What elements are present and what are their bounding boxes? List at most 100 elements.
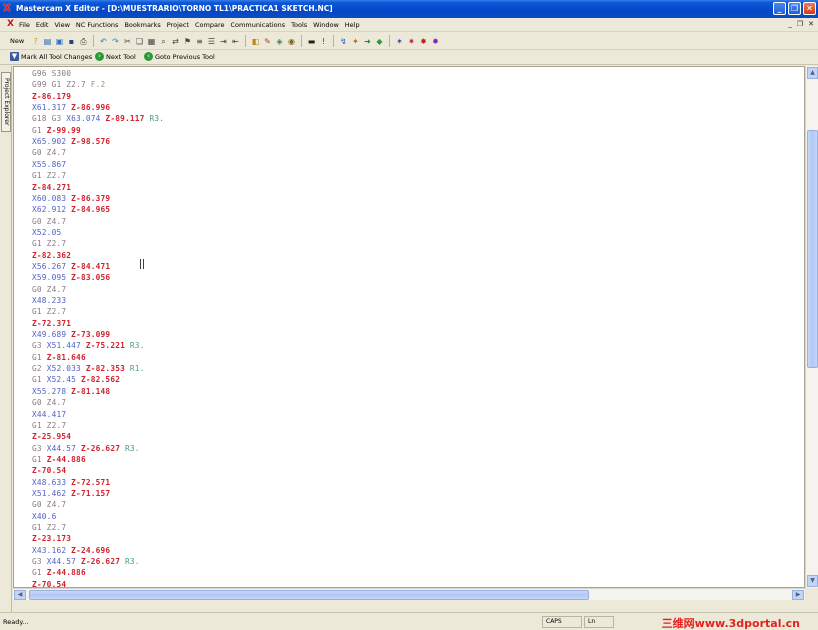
find-icon[interactable]: ⌕ <box>158 36 169 47</box>
code-line[interactable]: Z-25.954 <box>32 431 71 442</box>
menu-bookmarks[interactable]: Bookmarks <box>124 21 160 29</box>
code-line[interactable]: G1 Z-99.99 <box>32 125 81 136</box>
code-line[interactable]: X44.417 <box>32 409 66 420</box>
code-line[interactable]: X61.317 Z-86.996 <box>32 102 110 113</box>
code-line[interactable]: G3 X44.57 Z-26.627 R3. <box>32 443 140 454</box>
code-line[interactable]: G1 Z2.7 <box>32 420 66 431</box>
code-line[interactable]: X49.689 Z-73.099 <box>32 329 110 340</box>
save-icon[interactable]: ▪ <box>66 36 77 47</box>
horizontal-scrollbar[interactable]: ◀ ▶ <box>13 588 805 600</box>
mdi-minimize-button[interactable]: _ <box>788 20 792 28</box>
nc-green-icon[interactable]: ◆ <box>374 36 385 47</box>
code-line[interactable]: G1 Z-81.646 <box>32 352 86 363</box>
scroll-right-button[interactable]: ▶ <box>792 590 804 600</box>
compile-icon[interactable]: ◧ <box>250 36 261 47</box>
code-line[interactable]: G1 X52.45 Z-82.562 <box>32 374 120 385</box>
tools-icon[interactable]: ✎ <box>262 36 273 47</box>
code-line[interactable]: G3 X44.57 Z-26.627 R3. <box>32 556 140 567</box>
star-red-icon[interactable]: ✸ <box>418 36 429 47</box>
nc-arrow-icon[interactable]: ➜ <box>362 36 373 47</box>
new-button[interactable]: New <box>10 37 24 45</box>
star-purple-icon[interactable]: ✹ <box>430 36 441 47</box>
code-line[interactable]: Z-82.362 <box>32 250 71 261</box>
code-line[interactable]: G18 G3 X63.074 Z-89.117 R3. <box>32 113 164 124</box>
horizontal-scroll-thumb[interactable] <box>29 590 589 600</box>
code-line[interactable]: X56.267 Z-84.471 <box>32 261 110 272</box>
new-file-icon[interactable]: ▤ <box>42 36 53 47</box>
code-line[interactable]: G2 X52.033 Z-82.353 R1. <box>32 363 145 374</box>
code-line[interactable]: X52.05 <box>32 227 61 238</box>
code-line[interactable]: X60.083 Z-86.379 <box>32 193 110 204</box>
maximize-button[interactable]: ❐ <box>788 2 801 15</box>
renumber-icon[interactable]: ≡ <box>194 36 205 47</box>
indent-icon[interactable]: ⇥ <box>218 36 229 47</box>
info-icon[interactable]: ! <box>318 36 329 47</box>
bookmark-icon[interactable]: ⚑ <box>182 36 193 47</box>
print-icon[interactable]: ⎙ <box>78 36 89 47</box>
mdi-restore-button[interactable]: ❐ <box>797 20 803 28</box>
code-line[interactable]: X59.095 Z-83.056 <box>32 272 110 283</box>
menu-file[interactable]: File <box>19 21 30 29</box>
backplot-icon[interactable]: ◈ <box>274 36 285 47</box>
scroll-up-button[interactable]: ▲ <box>807 67 818 79</box>
code-line[interactable]: X65.902 Z-98.576 <box>32 136 110 147</box>
document-menu-icon[interactable]: X <box>7 19 14 29</box>
scroll-left-button[interactable]: ◀ <box>14 590 26 600</box>
code-line[interactable]: X40.6 <box>32 511 56 522</box>
code-line[interactable]: G96 S300 <box>32 68 71 79</box>
menu-help[interactable]: Help <box>345 21 360 29</box>
minimize-button[interactable]: _ <box>773 2 786 15</box>
mark-all-tool-changes-button[interactable]: ▼ Mark All Tool Changes <box>10 52 92 61</box>
copy-icon[interactable]: ❏ <box>134 36 145 47</box>
menu-tools[interactable]: Tools <box>291 21 307 29</box>
code-line[interactable]: G1 Z-44.886 <box>32 454 86 465</box>
code-line[interactable]: G0 Z4.7 <box>32 499 66 510</box>
code-line[interactable]: Z-86.179 <box>32 91 71 102</box>
mdi-close-button[interactable]: ✕ <box>808 20 814 28</box>
star-blue-icon[interactable]: ✶ <box>394 36 405 47</box>
menu-project[interactable]: Project <box>167 21 189 29</box>
code-line[interactable]: X62.912 Z-84.965 <box>32 204 110 215</box>
menu-edit[interactable]: Edit <box>36 21 49 29</box>
code-line[interactable]: G0 Z4.7 <box>32 147 66 158</box>
paste-icon[interactable]: ▦ <box>146 36 157 47</box>
code-line[interactable]: X55.867 <box>32 159 66 170</box>
redo-icon[interactable]: ↷ <box>110 36 121 47</box>
code-line[interactable]: Z-70.54 <box>32 465 66 476</box>
code-line[interactable]: Z-72.371 <box>32 318 71 329</box>
code-line[interactable]: X48.633 Z-72.571 <box>32 477 110 488</box>
nc-options-icon[interactable]: ✦ <box>350 36 361 47</box>
code-line[interactable]: Z-23.173 <box>32 533 71 544</box>
code-line[interactable]: G1 Z2.7 <box>32 522 66 533</box>
undo-icon[interactable]: ↶ <box>98 36 109 47</box>
code-line[interactable]: X48.233 <box>32 295 66 306</box>
vertical-scroll-thumb[interactable] <box>807 130 818 368</box>
vertical-scrollbar[interactable]: ▲ ▼ <box>805 66 818 588</box>
code-line[interactable]: X43.162 Z-24.696 <box>32 545 110 556</box>
next-tool-button[interactable]: › Next Tool <box>95 52 136 61</box>
code-line[interactable]: X55.278 Z-81.148 <box>32 386 110 397</box>
code-line[interactable]: G1 Z2.7 <box>32 170 66 181</box>
code-line[interactable]: Z-70.54 <box>32 579 66 587</box>
code-line[interactable]: G0 Z4.7 <box>32 284 66 295</box>
align-icon[interactable]: ☰ <box>206 36 217 47</box>
star-multi-icon[interactable]: ✷ <box>406 36 417 47</box>
terminal-icon[interactable]: ▬ <box>306 36 317 47</box>
nc-format-icon[interactable]: ↯ <box>338 36 349 47</box>
code-line[interactable]: X51.462 Z-71.157 <box>32 488 110 499</box>
scroll-down-button[interactable]: ▼ <box>807 575 818 587</box>
find-replace-icon[interactable]: ⇄ <box>170 36 181 47</box>
project-explorer-tab[interactable]: Project Explorer <box>1 72 11 132</box>
code-line[interactable]: G3 X51.447 Z-75.221 R3. <box>32 340 145 351</box>
menu-window[interactable]: Window <box>313 21 339 29</box>
code-line[interactable]: Z-84.271 <box>32 182 71 193</box>
outdent-icon[interactable]: ⇤ <box>230 36 241 47</box>
code-line[interactable]: G1 Z2.7 <box>32 238 66 249</box>
goto-previous-tool-button[interactable]: ‹ Goto Previous Tool <box>144 52 215 61</box>
code-line[interactable]: G99 G1 Z2.7 F.2 <box>32 79 105 90</box>
camera-icon[interactable]: ◉ <box>286 36 297 47</box>
help-icon[interactable]: ? <box>30 36 41 47</box>
code-line[interactable]: G1 Z-44.886 <box>32 567 86 578</box>
nc-code-editor[interactable]: G96 S300 G99 G1 Z2.7 F.2 Z-86.179 X61.317 Z… <box>13 66 805 588</box>
menu-view[interactable]: View <box>54 21 69 29</box>
